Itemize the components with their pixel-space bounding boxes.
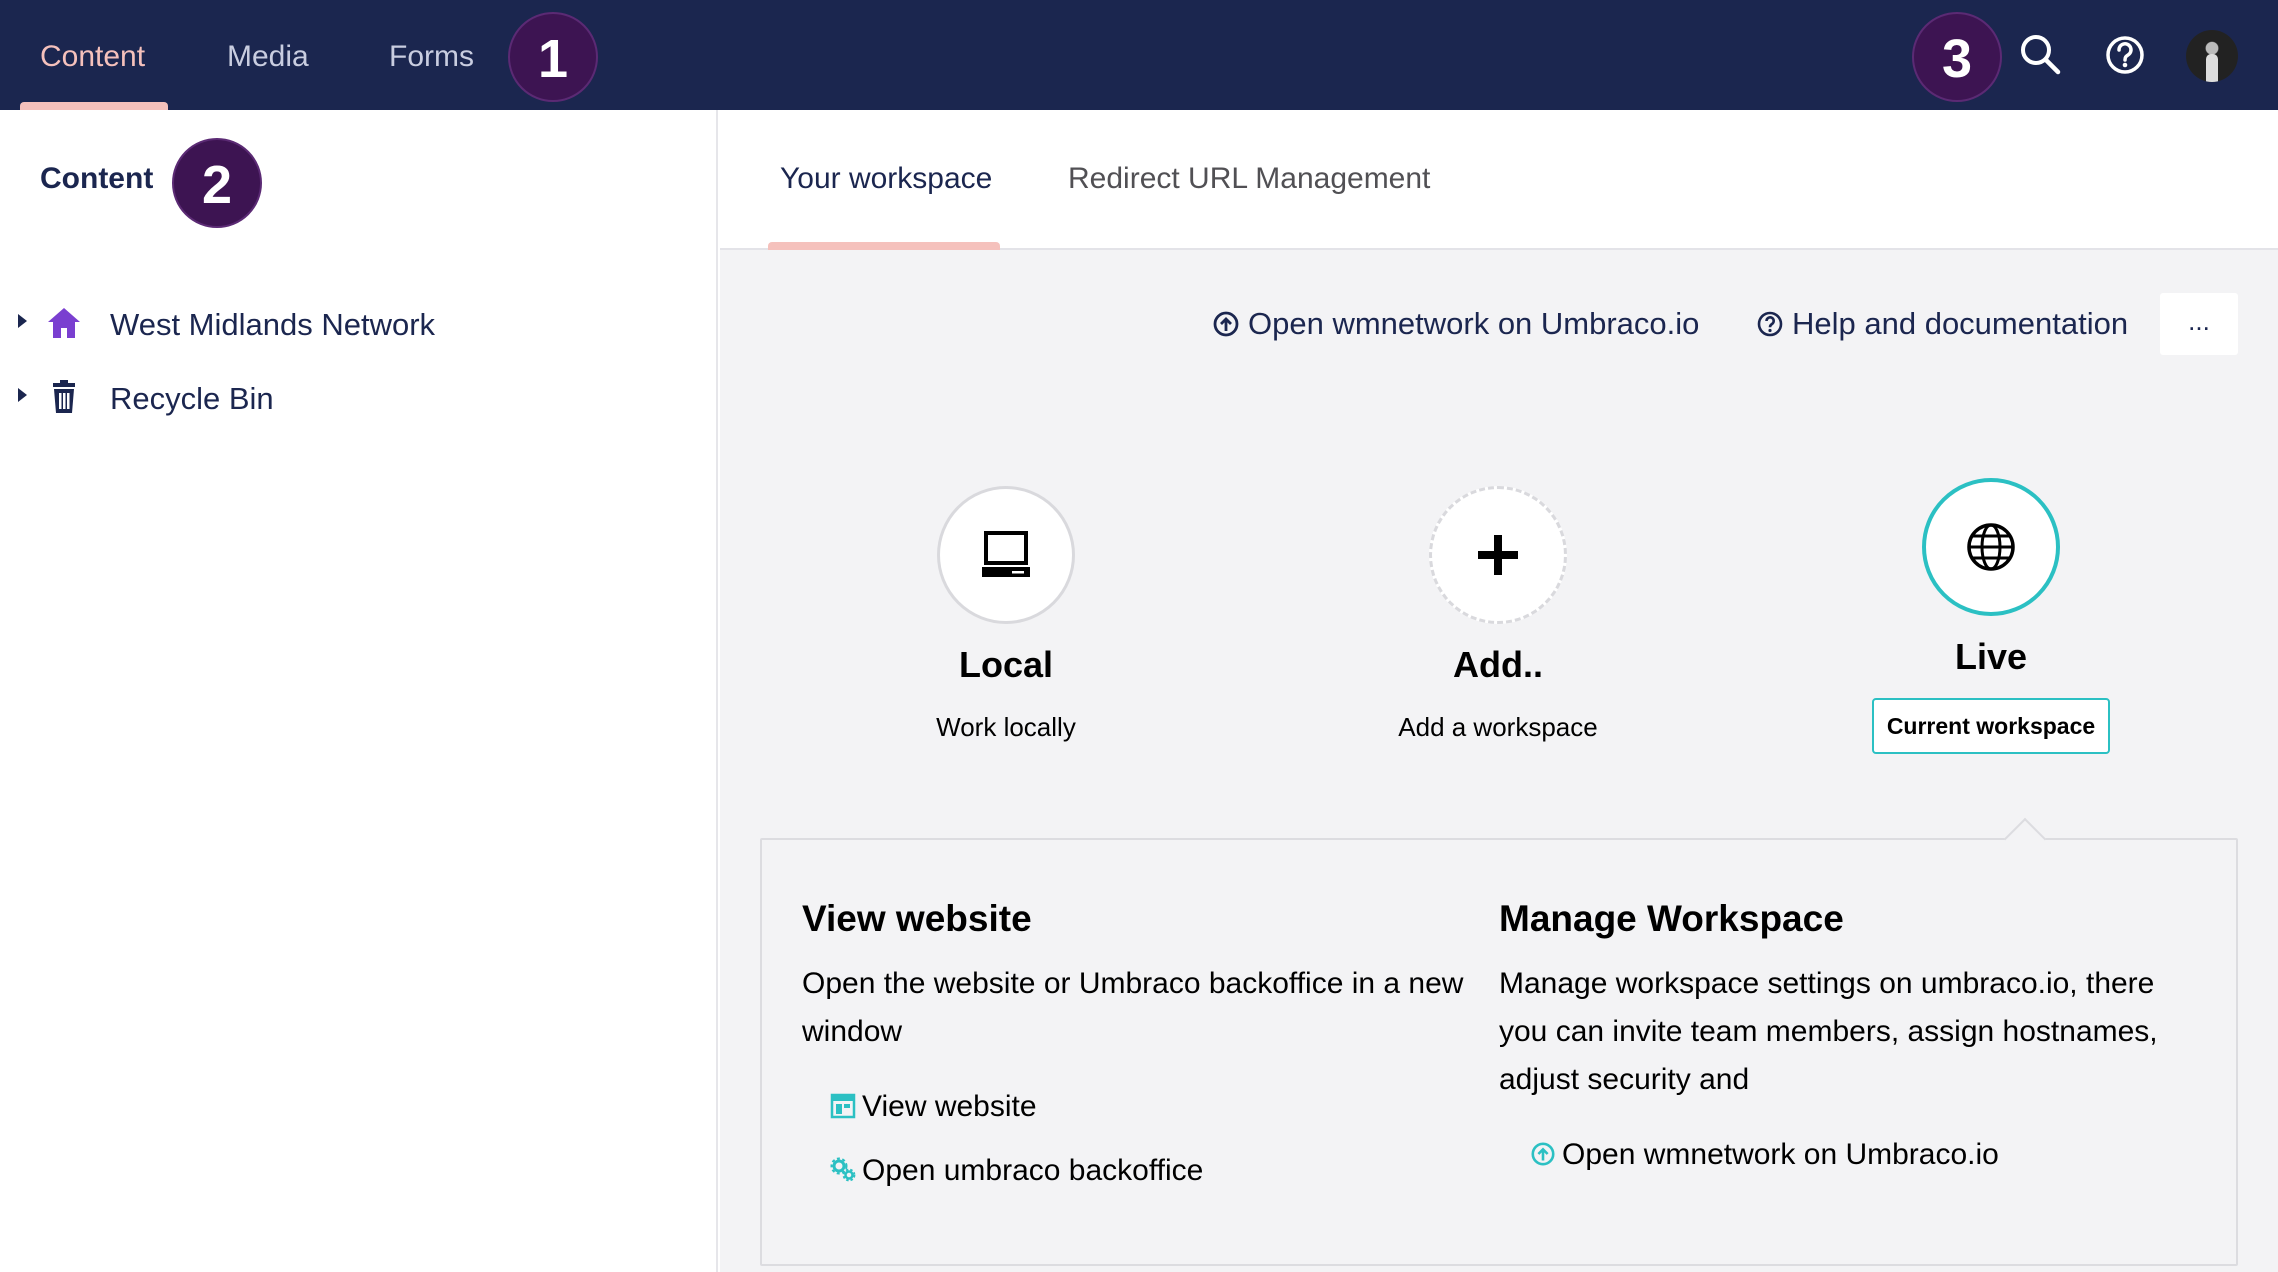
tree-item-label: West Midlands Network [110, 307, 436, 342]
workspace-add-description: Add a workspace [1398, 712, 1598, 742]
open-umbraco-io-label: Open wmnetwork on Umbraco.io [1248, 306, 1700, 341]
user-avatar[interactable] [2186, 30, 2238, 82]
add-workspace-button[interactable] [1429, 486, 1567, 624]
workspace-live-button[interactable] [1922, 478, 2060, 616]
topnav-content[interactable]: Content [40, 0, 145, 110]
tree-item-west-midlands-network[interactable]: West Midlands Network [0, 291, 716, 357]
manage-open-umbraco-io-link[interactable]: Open wmnetwork on Umbraco.io [1530, 1138, 1999, 1172]
search-icon[interactable] [2016, 30, 2066, 80]
sidebar-title: Content [40, 162, 154, 195]
manage-workspace-description: Manage workspace settings on umbraco.io,… [1499, 967, 2158, 1096]
question-icon [1757, 311, 1783, 337]
laptop-icon [982, 531, 1030, 577]
tab-redirect-url-management[interactable]: Redirect URL Management [1068, 162, 1430, 196]
topnav-active-indicator [20, 102, 168, 110]
help-documentation-label: Help and documentation [1792, 306, 2129, 341]
browser-window-icon [830, 1093, 856, 1119]
tab-your-workspace[interactable]: Your workspace [780, 162, 992, 196]
main-content-area: Your workspace Redirect URL Management O… [720, 110, 2278, 1272]
view-website-link-label: View website [862, 1090, 1037, 1123]
open-backoffice-link-label: Open umbraco backoffice [862, 1154, 1204, 1187]
view-website-link[interactable]: View website [830, 1090, 1037, 1124]
workspace-live-name: Live [1954, 636, 2028, 677]
panel-pointer [2003, 817, 2047, 861]
workspace-local-button[interactable] [937, 486, 1075, 624]
workspace-details-panel: View website Open the website or Umbraco… [760, 817, 2238, 1266]
trash-icon [46, 379, 82, 415]
topnav-media[interactable]: Media [227, 0, 309, 110]
tab-active-indicator [768, 242, 1000, 250]
expand-caret-icon[interactable] [18, 388, 27, 402]
view-website-description: Open the website or Umbraco backoffice i… [802, 967, 1464, 1048]
more-options-button[interactable]: ... [2160, 293, 2238, 355]
cloud-upload-icon [1531, 1142, 1555, 1166]
view-website-heading: View website [802, 898, 1032, 939]
tree-item-recycle-bin[interactable]: Recycle Bin [0, 365, 716, 431]
topnav-forms[interactable]: Forms [389, 0, 474, 110]
top-navigation-bar: Content Media Forms 1 3 [0, 0, 2278, 110]
workspace-local-name: Local [958, 644, 1054, 685]
plus-icon [1478, 535, 1518, 575]
callout-badge-1: 1 [508, 12, 598, 102]
cloud-upload-icon [1213, 311, 1239, 337]
workspace-add-name: Add.. [1453, 644, 1543, 685]
current-workspace-badge: Current workspace [1872, 698, 2110, 754]
open-umbraco-io-link[interactable]: Open wmnetwork on Umbraco.io [1212, 306, 1699, 342]
help-icon[interactable] [2100, 30, 2150, 80]
open-backoffice-link[interactable]: Open umbraco backoffice [830, 1154, 1203, 1188]
callout-badge-2: 2 [172, 138, 262, 228]
callout-badge-3: 3 [1912, 12, 2002, 102]
globe-icon [1967, 523, 2015, 571]
gears-icon [830, 1157, 856, 1182]
help-documentation-link[interactable]: Help and documentation [1756, 306, 2128, 342]
home-icon [46, 305, 82, 341]
workspace-local-description: Work locally [936, 712, 1076, 742]
tree-item-label: Recycle Bin [110, 381, 274, 416]
tab-bar: Your workspace Redirect URL Management [720, 110, 2278, 250]
manage-open-umbraco-io-label: Open wmnetwork on Umbraco.io [1562, 1138, 1999, 1171]
manage-workspace-heading: Manage Workspace [1499, 898, 1844, 939]
expand-caret-icon[interactable] [18, 314, 27, 328]
content-tree-sidebar: Content 2 West Midlands Network Recycle … [0, 110, 718, 1272]
